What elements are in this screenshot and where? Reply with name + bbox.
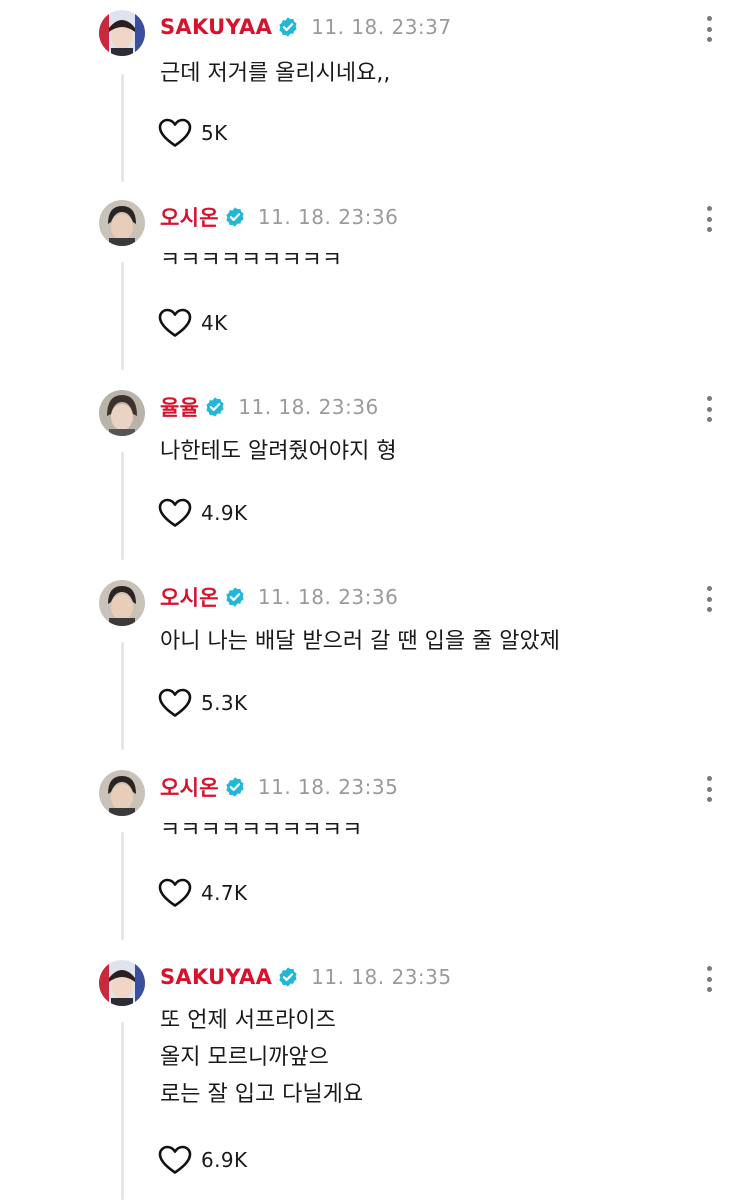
like-button[interactable]: 5K [158, 118, 228, 148]
heart-outline-icon [158, 118, 192, 147]
comment-text: 또 언제 서프라이즈 올지 모르니까앞으 로는 잘 입고 다닐게요 [160, 1002, 363, 1113]
timestamp: 11. 18. 23:36 [257, 205, 399, 229]
username[interactable]: SAKUYAA [160, 965, 272, 989]
like-button[interactable]: 4.9K [158, 498, 248, 528]
verified-badge-icon [226, 207, 244, 227]
username[interactable]: 오시온 [160, 202, 219, 232]
more-vertical-icon[interactable] [702, 586, 716, 612]
comment-text-line: 근데 저거를 올리시네요,, [160, 61, 391, 86]
comment-item: 율율 11. 18. 23:36 나한테도 알려줬어야지 형 4.9K [0, 380, 742, 570]
username[interactable]: 오시온 [160, 772, 219, 802]
comment-text-line: 로는 잘 입고 다닐게요 [160, 1082, 364, 1107]
comment-text: 나한테도 알려줬어야지 형 [160, 433, 397, 470]
avatar[interactable] [99, 580, 145, 626]
username[interactable]: 율율 [160, 392, 199, 422]
heart-outline-icon [158, 498, 192, 527]
avatar[interactable] [99, 390, 145, 436]
timestamp: 11. 18. 23:36 [238, 395, 379, 419]
comment-thread: SAKUYAA 11. 18. 23:37 근데 저거를 올리시네요,, 5K [0, 0, 742, 1200]
avatar[interactable] [99, 10, 145, 56]
comment-item: 오시온 11. 18. 23:35 ㅋㅋㅋㅋㅋㅋㅋㅋㅋㅋ 4.7K [0, 760, 742, 950]
like-count: 5K [201, 121, 228, 145]
comment-text-line: ㅋㅋㅋㅋㅋㅋㅋㅋㅋ [160, 248, 343, 273]
more-vertical-icon[interactable] [702, 966, 716, 992]
timestamp: 11. 18. 23:37 [311, 15, 452, 39]
comment-text-line: ㅋㅋㅋㅋㅋㅋㅋㅋㅋㅋ [160, 818, 363, 843]
verified-badge-icon [226, 587, 244, 607]
heart-outline-icon [158, 878, 192, 907]
avatar[interactable] [99, 960, 145, 1006]
username[interactable]: 오시온 [160, 582, 219, 612]
timestamp: 11. 18. 23:35 [257, 775, 399, 799]
like-button[interactable]: 6.9K [158, 1145, 248, 1175]
more-vertical-icon[interactable] [702, 396, 716, 422]
timestamp: 11. 18. 23:36 [257, 585, 399, 609]
comment-item: SAKUYAA 11. 18. 23:37 근데 저거를 올리시네요,, 5K [0, 0, 742, 190]
like-count: 4.9K [201, 501, 248, 525]
like-count: 5.3K [201, 691, 248, 715]
verified-badge-icon [279, 17, 297, 37]
comment-text: ㅋㅋㅋㅋㅋㅋㅋㅋㅋㅋ [160, 812, 362, 849]
like-button[interactable]: 4.7K [158, 878, 248, 908]
comment-item: 오시온 11. 18. 23:36 아니 나는 배달 받으러 갈 땐 입을 줄 … [0, 570, 742, 760]
comment-text-line: 아니 나는 배달 받으러 갈 땐 입을 줄 알았제 [160, 629, 561, 654]
comment-text: ㅋㅋㅋㅋㅋㅋㅋㅋㅋ [160, 242, 342, 279]
timestamp: 11. 18. 23:35 [311, 965, 452, 989]
like-count: 6.9K [201, 1148, 248, 1172]
comment-text-line: 또 언제 서프라이즈 [160, 1008, 336, 1033]
more-vertical-icon[interactable] [702, 776, 716, 802]
more-vertical-icon[interactable] [702, 16, 716, 42]
more-vertical-icon[interactable] [702, 206, 716, 232]
heart-outline-icon [158, 1145, 192, 1174]
comment-text-line: 올지 모르니까앞으 [160, 1045, 329, 1070]
verified-badge-icon [206, 397, 224, 417]
verified-badge-icon [226, 777, 244, 797]
comment-text: 근데 저거를 올리시네요,, [160, 55, 390, 92]
comment-text: 아니 나는 배달 받으러 갈 땐 입을 줄 알았제 [160, 623, 560, 660]
comment-item: 오시온 11. 18. 23:36 ㅋㅋㅋㅋㅋㅋㅋㅋㅋ 4K [0, 190, 742, 380]
avatar[interactable] [99, 200, 145, 246]
username[interactable]: SAKUYAA [160, 15, 272, 39]
like-count: 4K [201, 311, 228, 335]
like-button[interactable]: 4K [158, 308, 228, 338]
heart-outline-icon [158, 308, 192, 337]
like-count: 4.7K [201, 881, 248, 905]
heart-outline-icon [158, 688, 192, 717]
verified-badge-icon [279, 967, 297, 987]
comment-item: SAKUYAA 11. 18. 23:35 또 언제 서프라이즈 올지 모르니까… [0, 950, 742, 1200]
avatar[interactable] [99, 770, 145, 816]
comment-text-line: 나한테도 알려줬어야지 형 [160, 439, 397, 464]
like-button[interactable]: 5.3K [158, 688, 248, 718]
